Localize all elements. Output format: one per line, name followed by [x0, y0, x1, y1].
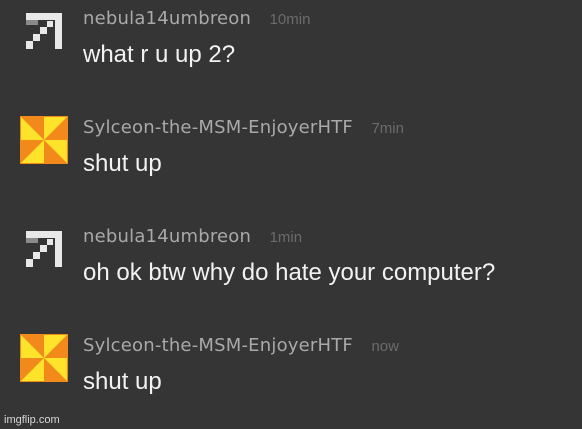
pixel-arrow-icon[interactable] — [20, 7, 68, 55]
imgflip-watermark: imgflip.com — [4, 414, 60, 426]
username[interactable]: Sylceon-the-MSM-EnjoyerHTF — [83, 117, 353, 138]
pinwheel-icon[interactable] — [20, 116, 68, 164]
timestamp: 10min — [269, 11, 311, 28]
username[interactable]: nebula14umbreon — [83, 226, 251, 247]
username[interactable]: nebula14umbreon — [83, 8, 251, 29]
message-text: shut up — [83, 150, 162, 177]
chat-message: nebula14umbreon 10min what r u up 2? — [0, 0, 582, 86]
message-text: what r u up 2? — [83, 41, 236, 68]
username[interactable]: Sylceon-the-MSM-EnjoyerHTF — [83, 335, 353, 356]
timestamp: now — [371, 338, 399, 355]
message-text: oh ok btw why do hate your computer? — [83, 259, 496, 286]
message-meta: Sylceon-the-MSM-EnjoyerHTF now — [83, 333, 399, 359]
message-meta: Sylceon-the-MSM-EnjoyerHTF 7min — [83, 115, 404, 141]
timestamp: 1min — [269, 229, 303, 246]
message-meta: nebula14umbreon 1min — [83, 224, 302, 250]
pinwheel-icon[interactable] — [20, 334, 68, 382]
chat-message: Sylceon-the-MSM-EnjoyerHTF 7min shut up — [0, 109, 582, 195]
chat-message: Sylceon-the-MSM-EnjoyerHTF now shut up — [0, 327, 582, 413]
timestamp: 7min — [371, 120, 404, 137]
pixel-arrow-icon[interactable] — [20, 225, 68, 273]
chat-thread: nebula14umbreon 10min what r u up 2? Syl… — [0, 0, 582, 429]
message-meta: nebula14umbreon 10min — [83, 6, 310, 32]
message-text: shut up — [83, 368, 162, 395]
chat-message: nebula14umbreon 1min oh ok btw why do ha… — [0, 218, 582, 304]
